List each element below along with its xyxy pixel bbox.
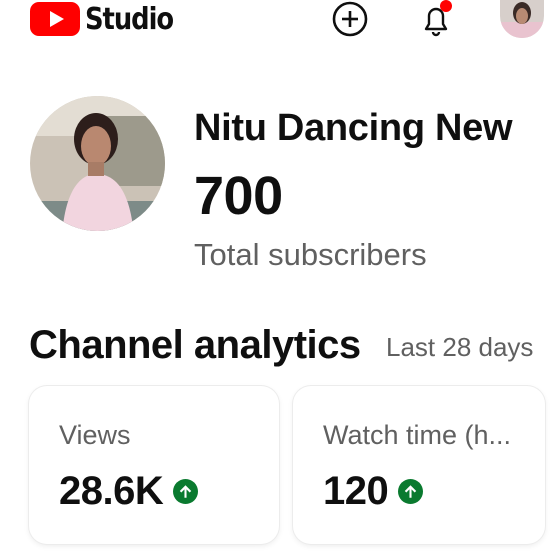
watch-time-value: 120 (323, 469, 389, 513)
channel-name: Nitu Dancing New (194, 107, 513, 149)
channel-avatar[interactable] (30, 96, 165, 231)
watch-time-value-row: 120 (323, 469, 424, 514)
app-name: Studio (85, 1, 174, 37)
views-label: Views (59, 420, 131, 450)
analytics-title: Channel analytics (29, 323, 361, 367)
youtube-logo-icon (30, 2, 80, 36)
top-bar: Studio (0, 0, 560, 40)
arrow-up-icon (398, 479, 424, 504)
subscriber-count: 700 (194, 166, 283, 226)
create-button[interactable] (330, 0, 370, 40)
watch-time-card[interactable]: Watch time (h... 120 (293, 386, 545, 544)
subscriber-label: Total subscribers (194, 237, 427, 272)
account-avatar[interactable] (500, 0, 544, 38)
studio-logo[interactable]: Studio (29, 1, 187, 37)
bell-icon (424, 0, 452, 37)
notification-badge (440, 0, 452, 12)
create-plus-icon (332, 1, 368, 37)
arrow-up-icon (173, 479, 199, 504)
watch-time-label: Watch time (h... (323, 420, 512, 450)
views-value: 28.6K (59, 469, 164, 513)
views-value-row: 28.6K (59, 469, 199, 514)
views-card[interactable]: Views 28.6K (29, 386, 279, 544)
analytics-date-range: Last 28 days (386, 332, 534, 362)
notifications-button[interactable] (416, 0, 456, 40)
